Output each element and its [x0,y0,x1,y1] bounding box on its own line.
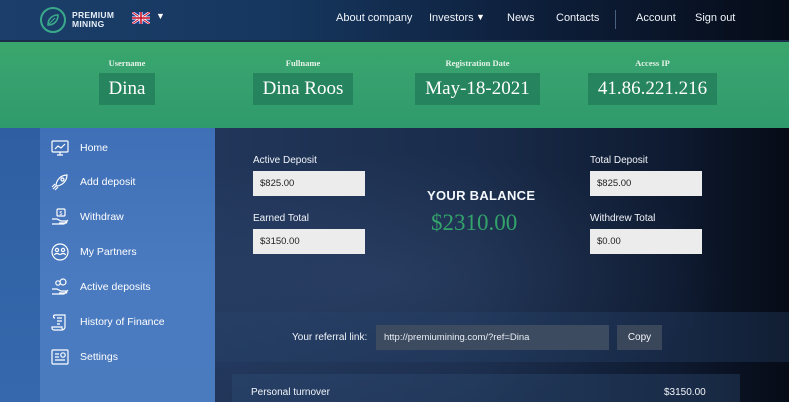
balance-title: YOUR BALANCE [427,188,536,203]
referral-link-field[interactable]: http://premiumining.com/?ref=Dina [376,325,609,350]
fullname-value: Dina Roos [252,73,354,105]
earned-total-label: Earned Total [253,213,309,224]
access-ip-value: 41.86.221.216 [587,73,718,105]
username-label: Username [108,58,146,68]
total-deposit-value-field: $825.00 [590,171,702,196]
investors-chevron-down-icon[interactable]: ▼ [476,12,485,22]
rocket-icon [51,174,68,191]
personal-turnover-value: $3150.00 [664,387,706,398]
nav-news[interactable]: News [507,12,535,24]
sidebar-item-label: My Partners [80,246,137,258]
withdrew-total-value-field: $0.00 [590,229,702,254]
fullname-label: Fullname [285,58,321,68]
sidebar-item-add-deposit[interactable]: Add deposit [50,170,135,194]
balance-amount: $2310.00 [431,210,518,235]
svg-text:$: $ [60,211,63,217]
account-sidebar: Home Add deposit $ Withdraw My Partners … [40,128,215,402]
top-navigation-bar: PREMIUM MINING ▼ About company Investors… [0,0,789,40]
sidebar-item-my-partners[interactable]: My Partners [50,240,137,264]
sidebar-item-active-deposits[interactable]: Active deposits [50,275,151,299]
registration-date-field: Registration Date May-18-2021 [412,58,543,105]
username-field: Username Dina [97,58,157,105]
logo-leaf-icon [40,7,66,33]
personal-turnover-label: Personal turnover [251,387,330,398]
left-margin-band [0,128,40,402]
nav-contacts[interactable]: Contacts [556,12,599,24]
sidebar-item-label: Withdraw [80,211,124,223]
earned-total-value-field: $3150.00 [253,229,365,254]
referral-link-label: Your referral link: [292,332,368,343]
brand-name: PREMIUM MINING [72,10,115,29]
sidebar-item-label: Active deposits [80,281,151,293]
sidebar-item-home[interactable]: Home [50,136,108,160]
copy-referral-button[interactable]: Copy [617,325,662,350]
nav-sign-out[interactable]: Sign out [695,12,735,24]
active-deposit-label: Active Deposit [253,155,317,166]
withdrew-total-label: Withdrew Total [590,213,656,224]
active-deposit-value-field: $825.00 [253,171,365,196]
nav-divider [615,10,616,29]
settings-panel-icon [51,349,69,365]
sidebar-item-label: Add deposit [80,176,136,188]
sidebar-item-history-of-finance[interactable]: History of Finance [50,310,165,334]
registration-date-label: Registration Date [445,58,510,68]
scroll-history-icon [51,314,66,331]
registration-date-value: May-18-2021 [415,73,540,105]
profile-summary-strip: Username Dina Fullname Dina Roos Registr… [0,42,789,128]
hand-coins-icon [52,278,69,295]
sidebar-item-settings[interactable]: Settings [50,345,118,369]
total-deposit-label: Total Deposit [590,155,648,166]
monitor-chart-icon [51,140,69,156]
fullname-field: Fullname Dina Roos [250,58,356,105]
language-chevron-down-icon[interactable]: ▼ [156,11,165,21]
partners-icon [51,243,69,261]
nav-about-company[interactable]: About company [336,12,412,24]
nav-account[interactable]: Account [636,12,676,24]
access-ip-field: Access IP 41.86.221.216 [584,58,721,105]
sidebar-item-label: Settings [80,351,118,363]
sidebar-item-withdraw[interactable]: $ Withdraw [50,205,124,229]
brand-logo[interactable]: PREMIUM MINING [40,7,114,33]
sidebar-item-label: History of Finance [80,316,165,328]
username-value: Dina [98,73,156,105]
uk-flag-icon[interactable] [132,12,150,24]
hand-money-icon: $ [52,208,69,225]
sidebar-item-label: Home [80,142,109,154]
access-ip-label: Access IP [635,58,670,68]
nav-investors[interactable]: Investors [429,12,474,24]
